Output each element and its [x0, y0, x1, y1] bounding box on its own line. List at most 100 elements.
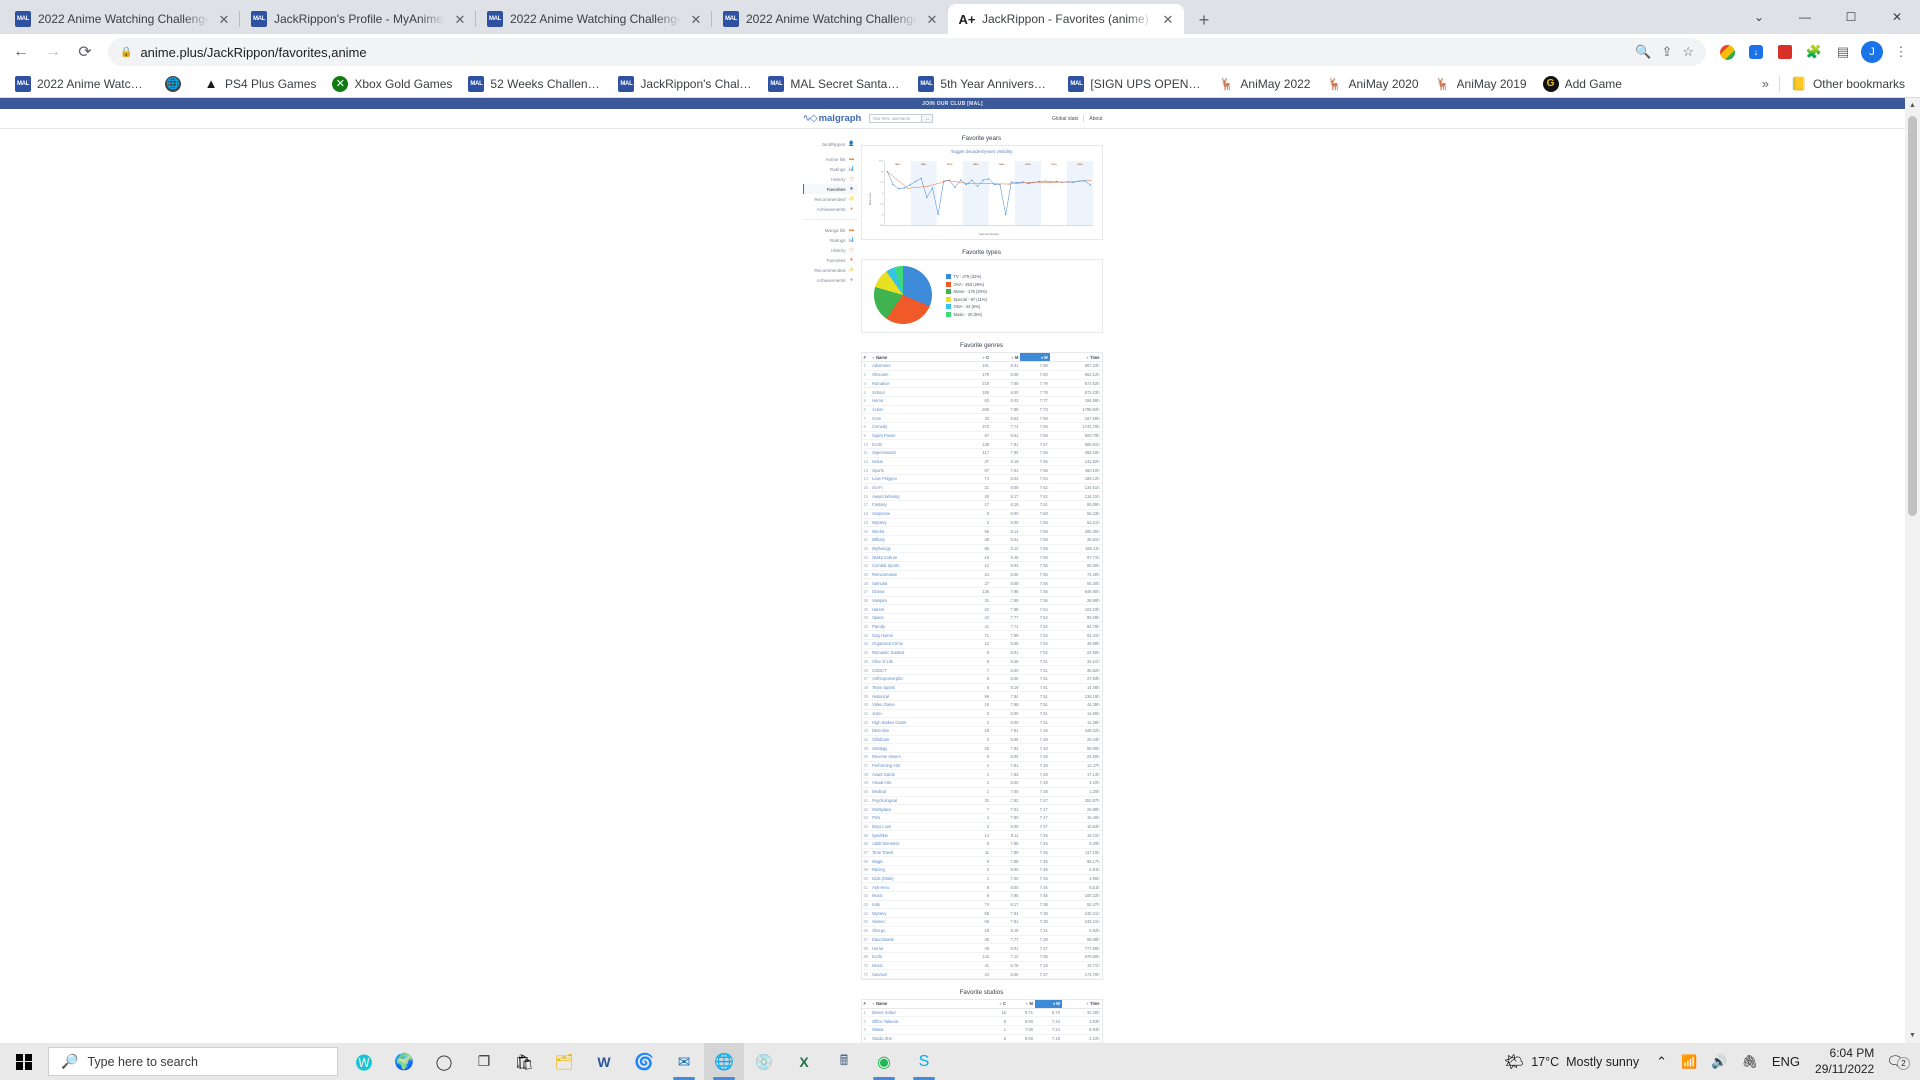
scroll-up-icon[interactable]: ▲ [1905, 98, 1920, 113]
table-row[interactable]: 23 Otaku Culture 16 8.46 7.58 97.71h [861, 552, 1102, 562]
club-banner[interactable]: JOIN OUR CLUB [MAL] [0, 98, 1905, 109]
row-name[interactable]: Magic [870, 856, 965, 866]
sidebar-item-manga-list[interactable]: Manga list ▬ [803, 225, 858, 235]
table-row[interactable]: 1 Bones Xebec 16 8.71 8.70 32.30h [861, 1008, 1102, 1018]
column-header-name[interactable]: ✦Name [870, 353, 965, 363]
row-name[interactable]: Otaku Culture [870, 552, 965, 562]
row-name[interactable]: Mythology [870, 544, 965, 554]
chevron-down-icon[interactable]: ⌄ [1736, 1, 1782, 33]
table-row[interactable]: 59 Racing 3 8.00 7.46 6.81h [861, 865, 1102, 875]
row-name[interactable]: Samurai [870, 578, 965, 588]
sidebar-item-manga-history[interactable]: History ◷ [803, 245, 858, 255]
show-hidden-icons[interactable]: ⌃ [1649, 1054, 1674, 1070]
row-name[interactable]: Supernatural [870, 448, 965, 458]
table-row[interactable]: 54 Boys Love 3 8.00 7.47 10.63h [861, 822, 1102, 832]
back-icon[interactable]: ← [6, 37, 36, 67]
browser-tab[interactable]: MAL 2022 Anime Watching Challenge ✕ [476, 4, 712, 34]
row-name[interactable]: Music [870, 961, 965, 971]
row-name[interactable]: CGDCT [870, 665, 965, 675]
row-name[interactable]: Military [870, 535, 965, 545]
table-row[interactable]: 10 Ecchi 139 7.81 7.67 585.91h [861, 439, 1102, 449]
table-row[interactable]: 18 Suspense 8 8.00 7.60 66.23h [861, 509, 1102, 519]
table-row[interactable]: 46 Reverse Harem 6 8.00 7.48 24.60h [861, 752, 1102, 762]
table-row[interactable]: 55 Iyashikei 14 8.11 7.46 19.21h [861, 830, 1102, 840]
legend-item[interactable]: Movie - 176 (20%) [945, 289, 987, 295]
row-name[interactable]: Strategy [870, 743, 965, 754]
column-header-w[interactable]: ▾W [1034, 999, 1062, 1009]
table-row[interactable]: 37 Anthropomorphic 8 8.06 7.51 27.83h [861, 674, 1102, 684]
row-name[interactable]: Drama [870, 587, 965, 597]
row-name[interactable]: Award Winning [870, 491, 965, 502]
table-row[interactable]: 51 Psychological 31 7.82 7.47 352.87h [861, 796, 1102, 806]
row-name[interactable]: Mystery [870, 908, 965, 919]
bookmark-item[interactable]: 🦌 AniMay 2022 [1211, 73, 1317, 95]
bookmark-item[interactable]: MAL 2022 Anime Watchi... [8, 73, 156, 95]
table-row[interactable]: 27 Drama 136 7.96 7.56 548.90h [861, 587, 1102, 597]
table-row[interactable]: 24 Combat Sports 12 8.03 7.56 60.26h [861, 561, 1102, 571]
row-name[interactable]: Iyashikei [870, 830, 965, 840]
row-name[interactable]: Reverse Harem [870, 752, 965, 762]
close-icon[interactable]: ✕ [216, 11, 232, 27]
address-bar[interactable]: 🔒 anime.plus/JackRippon/favorites,anime … [108, 38, 1706, 66]
sidebar-item-manga-achievements[interactable]: Achievements ♦ [803, 275, 858, 285]
wifi-icon[interactable]: 📶 [1674, 1054, 1704, 1070]
types-pie-chart[interactable] [873, 266, 932, 325]
edge-icon[interactable]: 🌀 [624, 1043, 664, 1080]
close-icon[interactable]: ✕ [452, 11, 468, 27]
search-icon[interactable]: 🔍 [1635, 44, 1651, 60]
row-name[interactable]: Gag Humor [870, 630, 965, 641]
browser-tab[interactable]: MAL 2022 Anime Watching Challenge ✕ [4, 4, 240, 34]
row-name[interactable]: Visual Arts [870, 778, 965, 788]
table-row[interactable]: 15 Sci-Fi 21 8.08 7.62 134.61h [861, 483, 1102, 493]
sidebar-item-recommended[interactable]: Recommended ✨ [803, 194, 858, 204]
table-row[interactable]: 40 Video Game 18 7.88 7.51 44.39h [861, 700, 1102, 710]
sidebar-item-anime-list[interactable]: Anime list ▬ [803, 154, 858, 164]
row-name[interactable]: Adventure [870, 361, 965, 371]
table-row[interactable]: 61 Anti-Hero 8 8.00 7.45 8.51h [861, 882, 1102, 893]
table-row[interactable]: 13 Sports 87 7.91 7.65 460.10h [861, 465, 1102, 476]
table-row[interactable]: 8 Comedy 370 7.74 7.68 1744.70h [861, 422, 1102, 432]
table-row[interactable]: 31 Parody 41 7.71 7.52 84.79h [861, 622, 1102, 632]
row-name[interactable]: Music [870, 891, 965, 901]
share-icon[interactable]: ⇪ [1661, 44, 1672, 60]
table-row[interactable]: 43 Detective 18 7.81 7.48 448.02h [861, 726, 1102, 736]
bookmark-item[interactable]: 🌐 [158, 73, 194, 95]
row-name[interactable]: Action [870, 405, 965, 415]
row-name[interactable]: Fantasy [870, 500, 965, 510]
table-row[interactable]: 71 Survival 44 8.06 7.27 174.79h [861, 969, 1102, 979]
table-row[interactable]: 32 Gag Humor 71 7.89 7.52 64.41h [861, 630, 1102, 641]
row-name[interactable]: Anthropomorphic [870, 674, 965, 684]
bookmark-item[interactable]: MAL 5th Year Anniversar... [911, 73, 1059, 95]
table-row[interactable]: 64 Mystery 58 7.94 7.38 240.21h [861, 908, 1102, 919]
toggle-decades-years-link[interactable]: Toggle decades/years visibility [862, 146, 1102, 155]
table-row[interactable]: 52 Workplace 7 7.01 7.47 29.88h [861, 804, 1102, 814]
forward-icon[interactable]: → [38, 37, 68, 67]
table-row[interactable]: 7 Gore 33 8.63 7.69 197.60h [861, 413, 1102, 423]
row-name[interactable]: High Stakes Game [870, 717, 965, 727]
scroll-down-icon[interactable]: ▼ [1905, 1028, 1920, 1043]
table-row[interactable]: 16 Award Winning 40 8.17 7.62 134.31h [861, 491, 1102, 502]
row-name[interactable]: Ecchi [870, 439, 965, 449]
row-name[interactable]: Organized Crime [870, 639, 965, 649]
bookmark-star-icon[interactable]: ☆ [1682, 44, 1694, 60]
page-scrollbar[interactable]: ▲ ▼ [1905, 98, 1920, 1043]
other-bookmarks-folder[interactable]: 📒 Other bookmarks [1784, 73, 1912, 95]
malgraph-logo[interactable]: ∿◇ malgraph [803, 113, 862, 124]
row-name[interactable]: Medical [870, 787, 965, 797]
bookmark-item[interactable]: ✕ Xbox Gold Games [325, 73, 459, 95]
media-player-icon[interactable]: 💿 [744, 1043, 784, 1080]
row-name[interactable]: Comedy [870, 422, 965, 432]
row-name[interactable]: Wawa [870, 1025, 984, 1035]
row-name[interactable]: Gore [870, 413, 965, 423]
table-row[interactable]: 12 Isekai 37 8.19 7.66 131.82h [861, 457, 1102, 467]
browser-tab[interactable]: MAL 2022 Anime Watching Challenge ✕ [712, 4, 948, 34]
close-icon[interactable]: ✕ [1160, 11, 1176, 27]
row-name[interactable]: Love Polygon [870, 474, 965, 484]
row-name[interactable]: Harem [870, 604, 965, 615]
row-name[interactable]: Educational [870, 935, 965, 945]
bookmark-item[interactable]: MAL [SIGN UPS OPEN] C... [1061, 73, 1209, 95]
profile-avatar[interactable]: J [1859, 39, 1885, 65]
weather-widget[interactable]: 🌤 17°C Mostly sunny [1494, 1052, 1649, 1072]
column-header-c[interactable]: ✦C [983, 999, 1008, 1009]
bookmark-item[interactable]: G Add Game [1536, 73, 1629, 95]
